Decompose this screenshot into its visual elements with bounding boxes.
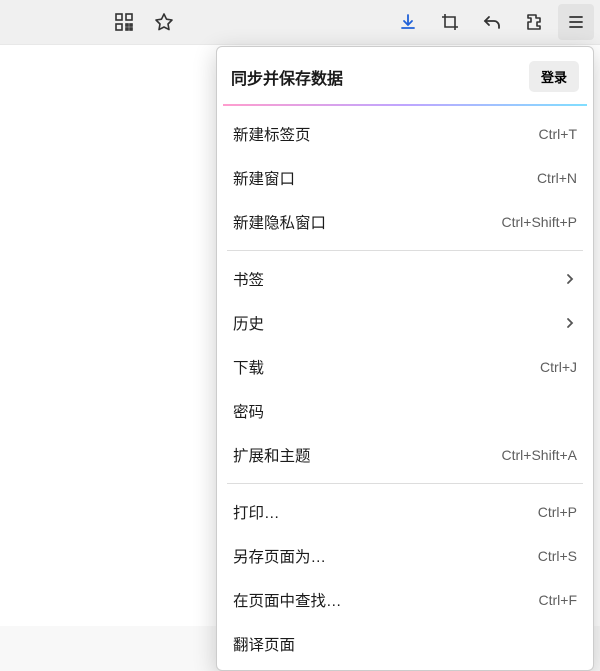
screenshot-icon[interactable] <box>432 4 468 40</box>
chevron-right-icon <box>563 272 577 286</box>
shortcut: Ctrl+F <box>539 592 578 608</box>
menu-item-label: 新建窗口 <box>233 167 295 189</box>
menu-print[interactable]: 打印… Ctrl+P <box>217 490 593 534</box>
shortcut: Ctrl+Shift+A <box>502 447 577 463</box>
menu-item-label: 打印… <box>233 501 280 523</box>
gradient-separator <box>223 104 587 106</box>
extensions-icon[interactable] <box>516 4 552 40</box>
shortcut: Ctrl+N <box>537 170 577 186</box>
shortcut: Ctrl+S <box>538 548 577 564</box>
menu-item-label: 历史 <box>233 312 264 334</box>
menu-find-in-page[interactable]: 在页面中查找… Ctrl+F <box>217 578 593 622</box>
menu-new-window[interactable]: 新建窗口 Ctrl+N <box>217 156 593 200</box>
menu-translate-page[interactable]: 翻译页面 <box>217 622 593 666</box>
separator <box>227 483 583 484</box>
sync-title: 同步并保存数据 <box>231 65 343 89</box>
menu-save-as[interactable]: 另存页面为… Ctrl+S <box>217 534 593 578</box>
menu-item-label: 新建标签页 <box>233 123 311 145</box>
menu-item-label: 下载 <box>233 356 264 378</box>
menu-item-label: 翻译页面 <box>233 633 295 655</box>
shortcut: Ctrl+P <box>538 504 577 520</box>
menu-item-label: 扩展和主题 <box>233 444 311 466</box>
menu-new-tab[interactable]: 新建标签页 Ctrl+T <box>217 112 593 156</box>
menu-sync-row[interactable]: 同步并保存数据 登录 <box>217 47 593 104</box>
shortcut: Ctrl+T <box>539 126 578 142</box>
separator <box>227 250 583 251</box>
shortcut: Ctrl+J <box>540 359 577 375</box>
menu-item-label: 在页面中查找… <box>233 589 342 611</box>
menu-item-label: 书签 <box>233 268 264 290</box>
menu-bookmarks[interactable]: 书签 <box>217 257 593 301</box>
menu-new-private-window[interactable]: 新建隐私窗口 Ctrl+Shift+P <box>217 200 593 244</box>
menu-passwords[interactable]: 密码 <box>217 389 593 433</box>
hamburger-icon[interactable] <box>558 4 594 40</box>
chevron-right-icon <box>563 316 577 330</box>
undo-icon[interactable] <box>474 4 510 40</box>
menu-downloads[interactable]: 下载 Ctrl+J <box>217 345 593 389</box>
qr-icon[interactable] <box>106 4 142 40</box>
app-menu: 同步并保存数据 登录 新建标签页 Ctrl+T 新建窗口 Ctrl+N 新建隐私… <box>216 46 594 671</box>
menu-item-label: 另存页面为… <box>233 545 326 567</box>
login-button[interactable]: 登录 <box>529 61 579 92</box>
star-icon[interactable] <box>146 4 182 40</box>
download-icon[interactable] <box>390 4 426 40</box>
menu-history[interactable]: 历史 <box>217 301 593 345</box>
shortcut: Ctrl+Shift+P <box>502 214 577 230</box>
menu-item-label: 密码 <box>233 400 264 422</box>
menu-item-label: 新建隐私窗口 <box>233 211 326 233</box>
menu-extensions-themes[interactable]: 扩展和主题 Ctrl+Shift+A <box>217 433 593 477</box>
toolbar-right <box>390 4 594 40</box>
toolbar <box>0 0 600 44</box>
